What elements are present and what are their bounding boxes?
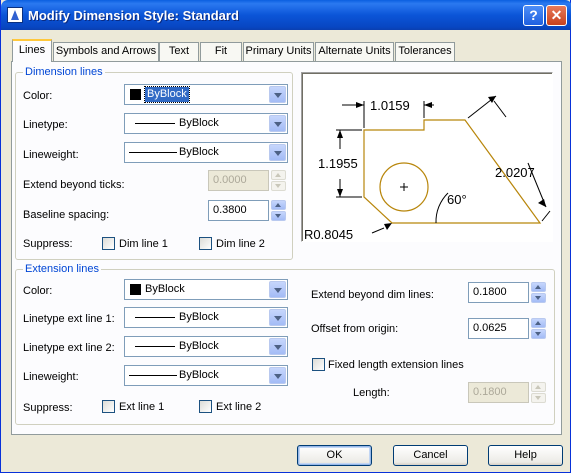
- extend-beyond-dim-lines-value: 0.1800: [473, 286, 507, 298]
- chevron-down-icon[interactable]: [269, 144, 286, 161]
- linetype-ext-line-1-dropdown[interactable]: ByBlock: [124, 307, 288, 328]
- dimension-lines-title: Dimension lines: [23, 66, 105, 78]
- baseline-spacing-stepper[interactable]: [271, 200, 286, 221]
- offset-from-origin-value: 0.0625: [473, 322, 507, 334]
- color-swatch: [130, 89, 141, 100]
- dim-line-2-checkbox[interactable]: [199, 237, 212, 250]
- linetype-ext-line-1-label: Linetype ext line 1:: [23, 313, 115, 325]
- length-label: Length:: [353, 387, 390, 399]
- dim-line-1-checkbox[interactable]: [102, 237, 115, 250]
- ext-line-1-label: Ext line 1: [119, 401, 165, 413]
- dim-line-2-label: Dim line 2: [216, 238, 265, 250]
- offset-from-origin-stepper[interactable]: [531, 318, 546, 339]
- fixed-length-label: Fixed length extension lines: [328, 359, 464, 371]
- ext-color-dropdown[interactable]: ByBlock: [124, 279, 288, 300]
- extend-beyond-ticks-label: Extend beyond ticks:: [23, 179, 125, 191]
- color-swatch: [130, 284, 141, 295]
- extension-lines-title: Extension lines: [23, 263, 101, 275]
- ext-line-2-checkbox[interactable]: [199, 400, 212, 413]
- extend-beyond-dim-lines-stepper[interactable]: [531, 282, 546, 303]
- spin-down-icon: [271, 181, 286, 191]
- spin-down-icon[interactable]: [531, 329, 546, 339]
- chevron-down-icon[interactable]: [269, 309, 286, 326]
- extend-beyond-ticks-input: 0.0000: [208, 170, 269, 191]
- length-input: 0.1800: [468, 382, 529, 403]
- line-sample: [135, 123, 175, 124]
- dim-color-label: Color:: [23, 90, 53, 102]
- dim-line-1-label: Dim line 1: [119, 238, 168, 250]
- extend-beyond-ticks-value: 0.0000: [213, 174, 247, 186]
- radius-text: R0.8045: [304, 227, 353, 241]
- preview-drawing: 1.0159 1.1955 2.0207 60° R0.8045: [304, 95, 551, 241]
- dim-right-text: 2.0207: [495, 165, 535, 180]
- ext-color-value: ByBlock: [145, 283, 185, 295]
- dimension-preview: 1.0159 1.1955 2.0207 60° R0.8045: [301, 72, 553, 242]
- dim-suppress-label: Suppress:: [23, 238, 73, 250]
- dim-lineweight-dropdown[interactable]: ByBlock: [124, 142, 288, 163]
- baseline-spacing-input[interactable]: 0.3800: [208, 200, 269, 221]
- spin-up-icon[interactable]: [531, 282, 546, 292]
- dim-top-text: 1.0159: [370, 98, 410, 113]
- chevron-down-icon[interactable]: [269, 281, 286, 298]
- line-sample: [135, 346, 175, 347]
- dim-color-value: ByBlock: [144, 86, 190, 103]
- dim-lineweight-label: Lineweight:: [23, 149, 79, 161]
- extend-beyond-ticks-stepper: [271, 170, 286, 191]
- linetype-ext-line-1-value: ByBlock: [179, 311, 219, 323]
- dim-lineweight-value: ByBlock: [179, 146, 219, 158]
- dim-linetype-dropdown[interactable]: ByBlock: [124, 113, 288, 134]
- spin-up-icon[interactable]: [531, 318, 546, 328]
- ext-lineweight-dropdown[interactable]: ByBlock: [124, 365, 288, 386]
- chevron-down-icon[interactable]: [269, 338, 286, 355]
- spin-up-icon: [271, 170, 286, 180]
- spin-down-icon[interactable]: [531, 293, 546, 303]
- extend-beyond-dim-lines-label: Extend beyond dim lines:: [311, 289, 434, 301]
- offset-from-origin-label: Offset from origin:: [311, 323, 399, 335]
- ext-lineweight-label: Lineweight:: [23, 371, 79, 383]
- linetype-ext-line-2-label: Linetype ext line 2:: [23, 342, 115, 354]
- spin-down-icon: [531, 393, 546, 403]
- ext-line-1-checkbox[interactable]: [102, 400, 115, 413]
- line-sample: [129, 375, 177, 376]
- dialog-window: Modify Dimension Style: Standard ? ✕ Lin…: [0, 0, 571, 473]
- extend-beyond-dim-lines-input[interactable]: 0.1800: [468, 282, 529, 303]
- baseline-spacing-label: Baseline spacing:: [23, 209, 110, 221]
- ext-line-2-label: Ext line 2: [216, 401, 262, 413]
- angle-text: 60°: [447, 192, 467, 207]
- dim-left-text: 1.1955: [318, 156, 358, 171]
- ext-suppress-label: Suppress:: [23, 402, 73, 414]
- length-value: 0.1800: [473, 386, 507, 398]
- ext-lineweight-value: ByBlock: [179, 369, 219, 381]
- baseline-spacing-value: 0.3800: [213, 204, 247, 216]
- linetype-ext-line-2-dropdown[interactable]: ByBlock: [124, 336, 288, 357]
- dim-color-dropdown[interactable]: ByBlock: [124, 84, 288, 105]
- spin-down-icon[interactable]: [271, 211, 286, 221]
- chevron-down-icon[interactable]: [269, 367, 286, 384]
- fixed-length-checkbox[interactable]: [312, 358, 325, 371]
- line-sample: [135, 317, 175, 318]
- chevron-down-icon[interactable]: [269, 115, 286, 132]
- line-sample: [129, 152, 177, 153]
- length-stepper: [531, 382, 546, 403]
- spin-up-icon: [531, 382, 546, 392]
- dim-linetype-value: ByBlock: [179, 117, 219, 129]
- linetype-ext-line-2-value: ByBlock: [179, 340, 219, 352]
- chevron-down-icon[interactable]: [269, 86, 286, 103]
- dim-linetype-label: Linetype:: [23, 119, 68, 131]
- spin-up-icon[interactable]: [271, 200, 286, 210]
- ext-color-label: Color:: [23, 285, 53, 297]
- offset-from-origin-input[interactable]: 0.0625: [468, 318, 529, 339]
